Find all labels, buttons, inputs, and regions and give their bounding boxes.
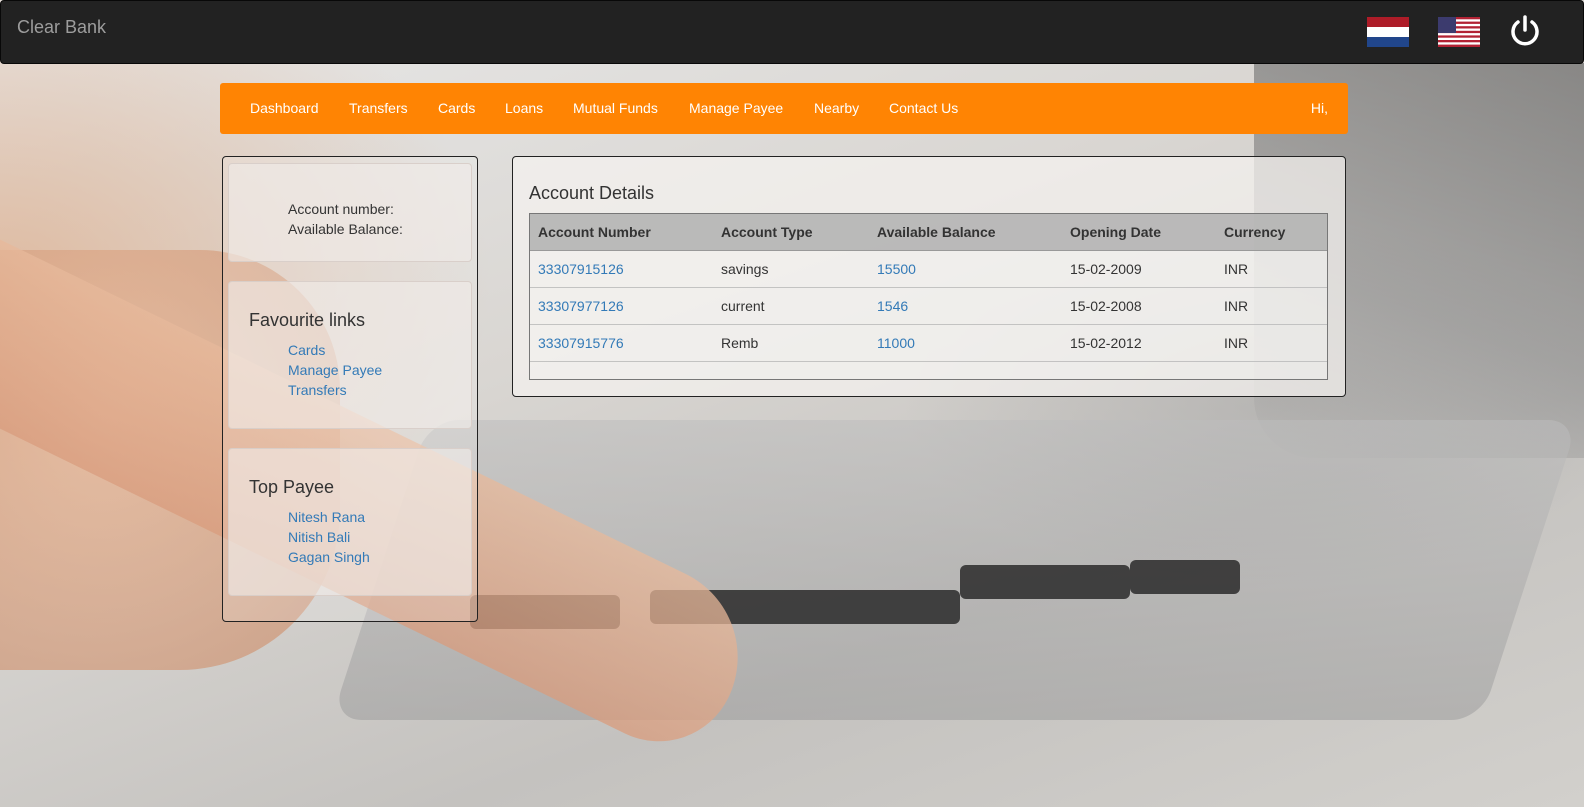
top-payee-title: Top Payee	[249, 477, 335, 497]
column-header: Account Number	[530, 214, 713, 251]
nav-mutual-funds[interactable]: Mutual Funds	[573, 100, 658, 116]
account-type-cell: current	[713, 287, 869, 325]
opening-date-cell: 15-02-2009	[1062, 250, 1216, 288]
top-payee-well: Top Payee Nitesh Rana Nitish Bali Gagan …	[228, 448, 472, 596]
currency-cell: INR	[1216, 287, 1327, 325]
account-table: Account Number Account Type Available Ba…	[530, 214, 1327, 362]
table-row: 33307977126 current 1546 15-02-2008 INR	[530, 287, 1327, 325]
balance-link[interactable]: 11000	[869, 324, 1062, 362]
account-type-cell: Remb	[713, 324, 869, 362]
column-header: Account Type	[713, 214, 869, 251]
power-icon[interactable]	[1508, 14, 1542, 48]
background-key	[1130, 560, 1240, 594]
sidebar-panel: Account number: Available Balance: Favou…	[222, 156, 478, 622]
account-table-container: Account Number Account Type Available Ba…	[529, 213, 1328, 380]
nav-dashboard[interactable]: Dashboard	[250, 100, 319, 116]
nav-transfers[interactable]: Transfers	[349, 100, 408, 116]
brand-logo[interactable]: Clear Bank	[17, 17, 106, 38]
currency-cell: INR	[1216, 324, 1327, 362]
account-number-link[interactable]: 33307915126	[530, 250, 713, 288]
column-header: Currency	[1216, 214, 1327, 251]
favourite-links-title: Favourite links	[249, 310, 366, 330]
us-flag-icon[interactable]	[1438, 17, 1480, 47]
column-header: Opening Date	[1062, 214, 1216, 251]
balance-link[interactable]: 1546	[869, 287, 1062, 325]
table-row: 33307915126 savings 15500 15-02-2009 INR	[530, 250, 1327, 288]
favourite-link-manage-payee[interactable]: Manage Payee	[288, 362, 382, 378]
currency-cell: INR	[1216, 250, 1327, 288]
balance-link[interactable]: 15500	[869, 250, 1062, 288]
main-navigation: Dashboard Transfers Cards Loans Mutual F…	[220, 83, 1348, 134]
nav-cards[interactable]: Cards	[438, 100, 475, 116]
account-number-link[interactable]: 33307977126	[530, 287, 713, 325]
account-number-label: Account number:	[288, 201, 394, 217]
opening-date-cell: 15-02-2008	[1062, 287, 1216, 325]
account-details-panel: Account Details Account Number Account T…	[512, 156, 1346, 397]
nav-loans[interactable]: Loans	[505, 100, 543, 116]
favourite-links-well: Favourite links Cards Manage Payee Trans…	[228, 281, 472, 429]
payee-link[interactable]: Gagan Singh	[288, 549, 370, 565]
account-details-title: Account Details	[529, 183, 655, 203]
available-balance-label: Available Balance:	[288, 221, 403, 237]
nav-nearby[interactable]: Nearby	[814, 100, 859, 116]
top-navbar: Clear Bank	[0, 0, 1584, 64]
table-header-row: Account Number Account Type Available Ba…	[530, 214, 1327, 251]
account-number-link[interactable]: 33307915776	[530, 324, 713, 362]
nav-contact-us[interactable]: Contact Us	[889, 100, 958, 116]
account-type-cell: savings	[713, 250, 869, 288]
account-summary-well: Account number: Available Balance:	[228, 163, 472, 262]
column-header: Available Balance	[869, 214, 1062, 251]
nav-manage-payee[interactable]: Manage Payee	[689, 100, 783, 116]
netherlands-flag-icon[interactable]	[1367, 17, 1409, 47]
table-row: 33307915776 Remb 11000 15-02-2012 INR	[530, 324, 1327, 362]
payee-link[interactable]: Nitish Bali	[288, 529, 350, 545]
favourite-link-cards[interactable]: Cards	[288, 342, 325, 358]
user-greeting[interactable]: Hi,	[1311, 100, 1328, 116]
background-key	[960, 565, 1130, 599]
favourite-link-transfers[interactable]: Transfers	[288, 382, 347, 398]
opening-date-cell: 15-02-2012	[1062, 324, 1216, 362]
payee-link[interactable]: Nitesh Rana	[288, 509, 365, 525]
